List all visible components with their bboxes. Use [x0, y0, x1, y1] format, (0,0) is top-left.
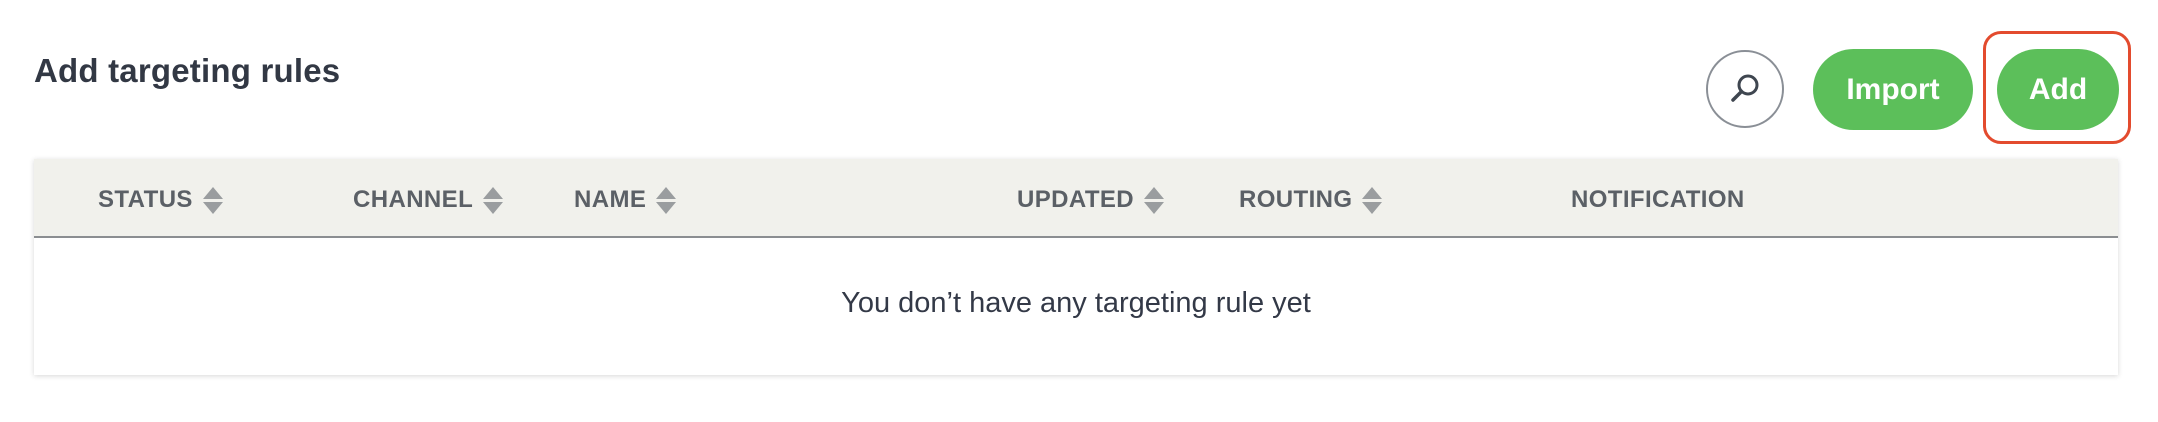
column-header-name[interactable]: NAME	[574, 186, 677, 214]
sort-icon[interactable]	[656, 186, 677, 214]
search-button[interactable]	[1706, 50, 1784, 128]
column-header-updated[interactable]: UPDATED	[1017, 186, 1165, 214]
add-button[interactable]: Add	[1997, 49, 2119, 130]
page-title: Add targeting rules	[34, 52, 341, 89]
column-header-notification: NOTIFICATION	[1571, 186, 1745, 214]
targeting-rules-table: STATUS CHANNEL NAME UPDATED ROUTING NOTI	[34, 159, 2118, 375]
targeting-rules-page: Add targeting rules Import Add STATUS CH…	[0, 0, 2158, 422]
column-label: UPDATED	[1017, 186, 1135, 213]
column-label: CHANNEL	[353, 186, 474, 213]
column-label: NOTIFICATION	[1571, 186, 1745, 213]
search-icon	[1731, 74, 1759, 102]
sort-icon[interactable]	[1144, 186, 1165, 214]
empty-state-message: You don’t have any targeting rule yet	[841, 287, 1311, 319]
column-label: NAME	[574, 186, 647, 213]
column-label: STATUS	[98, 186, 193, 213]
column-header-routing[interactable]: ROUTING	[1239, 186, 1383, 214]
column-label: ROUTING	[1239, 186, 1353, 213]
sort-icon[interactable]	[483, 186, 504, 214]
sort-icon[interactable]	[202, 186, 223, 214]
column-header-channel[interactable]: CHANNEL	[353, 186, 504, 214]
column-header-status[interactable]: STATUS	[98, 186, 223, 214]
sort-icon[interactable]	[1362, 186, 1383, 214]
import-button[interactable]: Import	[1813, 49, 1973, 130]
table-header: STATUS CHANNEL NAME UPDATED ROUTING NOTI	[34, 159, 2118, 238]
